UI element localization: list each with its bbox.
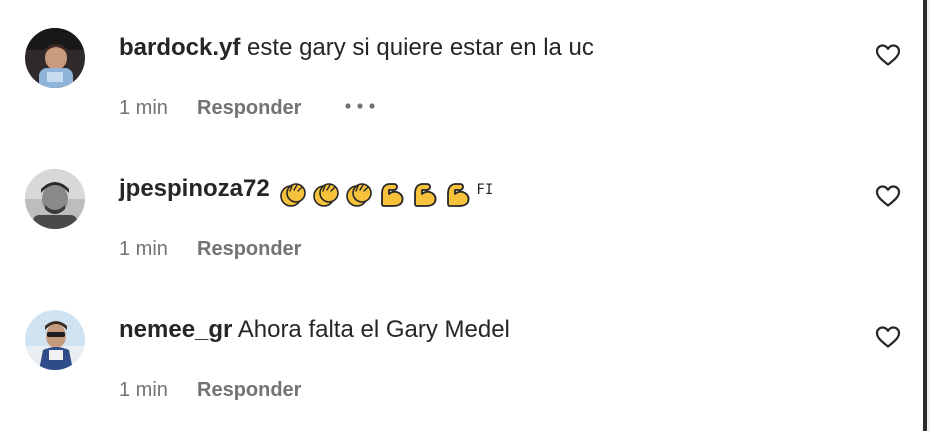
comment-meta: 1 min Responder <box>119 96 301 120</box>
comment-time: 1 min <box>119 379 168 401</box>
flexed-biceps-icon <box>447 182 470 207</box>
comment-time: 1 min <box>119 238 168 260</box>
comment-username[interactable]: nemee_gr <box>119 316 232 343</box>
like-heart-icon[interactable] <box>875 325 901 349</box>
reply-button[interactable]: Responder <box>197 238 301 260</box>
reply-button[interactable]: Responder <box>197 97 301 119</box>
reply-button[interactable]: Responder <box>197 379 301 401</box>
comment-username[interactable]: bardock.yf <box>119 34 240 61</box>
comment-line: bardock.yf este gary si quiere estar en … <box>119 33 594 63</box>
comment-text: Ahora falta el Gary Medel <box>237 316 510 343</box>
more-options-icon[interactable] <box>344 96 378 116</box>
flexed-biceps-icon <box>414 182 437 207</box>
avatar-image <box>25 310 85 370</box>
like-heart-icon[interactable] <box>875 184 901 208</box>
avatar[interactable] <box>25 28 85 88</box>
comment-text: este gary si quiere estar en la uc <box>247 34 594 61</box>
avatar-image <box>25 28 85 88</box>
avatar-image <box>25 169 85 229</box>
comment-item: nemee_gr Ahora falta el Gary Medel 1 min… <box>0 282 920 402</box>
comment-item: jpespinoza72 FI 1 min Responder <box>0 141 920 261</box>
comment-suffix-text: FI <box>476 182 494 198</box>
clapping-hands-icon <box>313 182 340 207</box>
avatar[interactable] <box>25 169 85 229</box>
comment-line: nemee_gr Ahora falta el Gary Medel <box>119 315 510 345</box>
flexed-biceps-icon <box>381 182 404 207</box>
comment-meta: 1 min Responder <box>119 237 301 261</box>
like-heart-icon[interactable] <box>875 43 901 67</box>
comment-username[interactable]: jpespinoza72 <box>119 175 270 202</box>
emoji-group <box>278 178 476 208</box>
clapping-hands-icon <box>346 182 373 207</box>
comment-meta: 1 min Responder <box>119 378 301 402</box>
comment-item: bardock.yf este gary si quiere estar en … <box>0 0 920 120</box>
comment-time: 1 min <box>119 97 168 119</box>
clapping-hands-icon <box>280 182 307 207</box>
comment-line: jpespinoza72 FI <box>119 174 493 208</box>
avatar[interactable] <box>25 310 85 370</box>
